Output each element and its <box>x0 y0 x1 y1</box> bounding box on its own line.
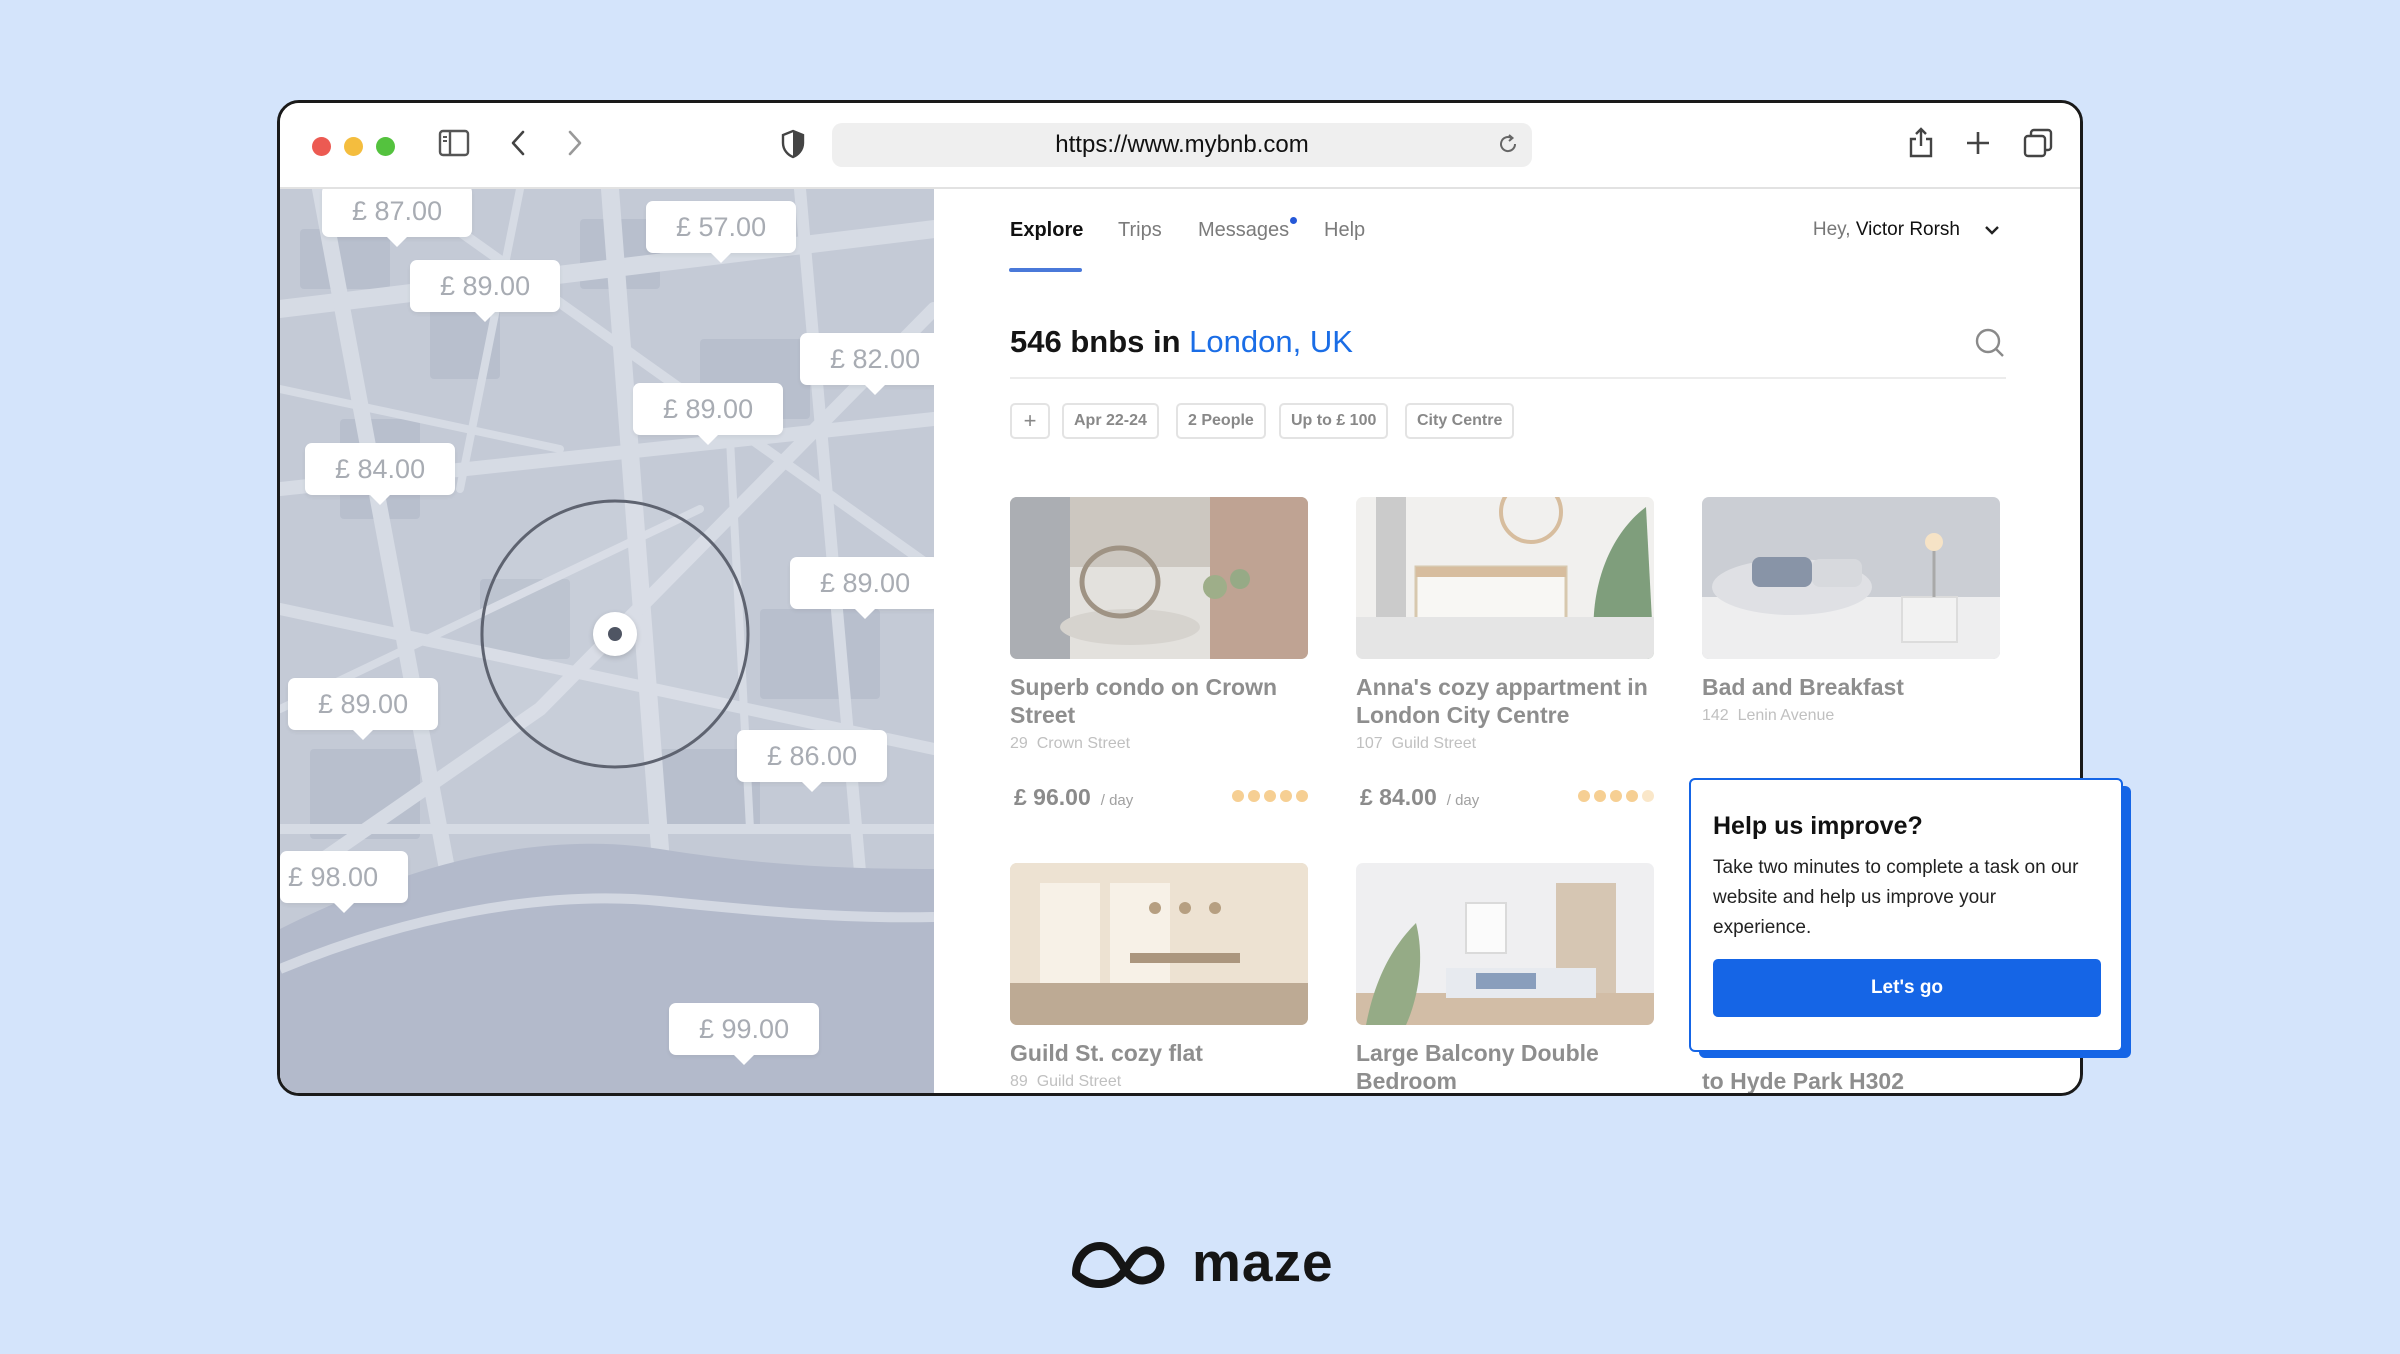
map-price-pin[interactable]: £ 89.00 <box>288 678 438 730</box>
unread-dot <box>1290 217 1297 224</box>
map-price-pin[interactable]: £ 89.00 <box>790 557 934 609</box>
popup-title: Help us improve? <box>1713 812 2099 841</box>
tab-trips[interactable]: Trips <box>1118 219 1162 242</box>
feedback-popup: Help us improve? Take two minutes to com… <box>1689 778 2123 1052</box>
listing-card[interactable]: Large Balcony Double Bedroom <box>1356 863 1654 1093</box>
browser-toolbar: https://www.mybnb.com <box>280 103 2080 189</box>
map-price-pin[interactable]: £ 82.00 <box>800 333 934 385</box>
listing-photo <box>1702 497 2000 659</box>
results-count: 546 bnbs in <box>1010 324 1181 359</box>
new-tab-icon[interactable] <box>1964 129 1992 157</box>
rating-stars <box>1232 790 1308 802</box>
brand-name: maze <box>1192 1230 1334 1294</box>
add-filter-button[interactable]: + <box>1010 403 1050 439</box>
tab-explore[interactable]: Explore <box>1010 219 1083 242</box>
listing-photo <box>1010 863 1308 1025</box>
map-price-pin[interactable]: £ 57.00 <box>646 201 796 253</box>
map-price-pin[interactable]: £ 98.00 <box>280 851 408 903</box>
map-price-pin[interactable]: £ 84.00 <box>305 443 455 495</box>
map-view[interactable]: £ 87.00 £ 57.00 £ 89.00 £ 82.00 £ 89.00 … <box>280 189 934 1093</box>
search-icon[interactable] <box>1974 327 2006 364</box>
close-window-button[interactable] <box>312 137 331 156</box>
top-nav: Explore Trips Messages Help Hey, Victor … <box>934 189 2080 279</box>
map-price-pin[interactable]: £ 99.00 <box>669 1003 819 1055</box>
listing-photo <box>1356 863 1654 1025</box>
user-name: Victor Rorsh <box>1856 219 1960 240</box>
listing-card[interactable]: Anna's cozy appartment in London City Ce… <box>1356 497 1654 753</box>
listing-card[interactable]: Guild St. cozy flat 89 Guild Street <box>1010 863 1308 1091</box>
filter-price[interactable]: Up to £ 100 <box>1279 403 1388 439</box>
back-icon[interactable] <box>508 129 528 157</box>
forward-icon[interactable] <box>565 129 585 157</box>
rating-stars <box>1578 790 1654 802</box>
filter-dates[interactable]: Apr 22-24 <box>1062 403 1159 439</box>
listing-card[interactable]: Superb condo on Crown Street 29 Crown St… <box>1010 497 1308 753</box>
results-headline: 546 bnbs in London, UK <box>1010 324 1353 360</box>
listing-title[interactable]: Bad and Breakfast <box>1702 673 2000 701</box>
popup-body: Take two minutes to complete a task on o… <box>1713 853 2099 943</box>
user-greeting[interactable]: Hey, Victor Rorsh <box>1813 219 1960 241</box>
listing-title[interactable]: Superb condo on Crown Street <box>1010 673 1308 729</box>
active-tab-indicator <box>1009 268 1082 272</box>
minimize-window-button[interactable] <box>344 137 363 156</box>
tab-overview-icon[interactable] <box>2022 127 2054 159</box>
listing-price: £ 84.00/ day <box>1360 784 1479 811</box>
map-price-pin[interactable]: £ 86.00 <box>737 730 887 782</box>
map-price-pin[interactable]: £ 87.00 <box>322 189 472 237</box>
listing-address: 107 Guild Street <box>1356 735 1654 753</box>
chevron-down-icon[interactable] <box>1984 223 2000 241</box>
tab-messages[interactable]: Messages <box>1198 219 1289 242</box>
sidebar-toggle-icon[interactable] <box>438 129 470 157</box>
listing-photo <box>1356 497 1654 659</box>
greeting-text: Hey, <box>1813 219 1851 240</box>
filter-area[interactable]: City Centre <box>1405 403 1514 439</box>
map-price-pin[interactable]: £ 89.00 <box>633 383 783 435</box>
lets-go-button[interactable]: Let's go <box>1713 959 2101 1017</box>
maximize-window-button[interactable] <box>376 137 395 156</box>
address-bar[interactable]: https://www.mybnb.com <box>832 123 1532 167</box>
listing-title[interactable]: Anna's cozy appartment in London City Ce… <box>1356 673 1654 729</box>
map-price-pin[interactable]: £ 89.00 <box>410 260 560 312</box>
listing-address: 142 Lenin Avenue <box>1702 707 2000 725</box>
listing-title[interactable]: Guild St. cozy flat <box>1010 1039 1308 1067</box>
share-icon[interactable] <box>1907 125 1935 159</box>
reload-icon[interactable] <box>1496 132 1520 163</box>
maze-logo: maze <box>1068 1230 1334 1294</box>
results-location[interactable]: London, UK <box>1189 324 1353 359</box>
listing-address: 89 Guild Street <box>1010 1073 1308 1091</box>
maze-logo-icon <box>1068 1234 1168 1290</box>
listing-photo <box>1010 497 1308 659</box>
current-location-marker <box>593 612 637 656</box>
url-text: https://www.mybnb.com <box>1055 131 1308 159</box>
privacy-shield-icon[interactable] <box>780 129 806 159</box>
listing-title[interactable]: Large Balcony Double Bedroom <box>1356 1039 1654 1093</box>
tab-help[interactable]: Help <box>1324 219 1365 242</box>
listing-card[interactable]: Bad and Breakfast 142 Lenin Avenue <box>1702 497 2000 725</box>
listing-address: 29 Crown Street <box>1010 735 1308 753</box>
listing-price: £ 96.00/ day <box>1014 784 1133 811</box>
divider <box>1010 377 2006 379</box>
filter-guests[interactable]: 2 People <box>1176 403 1266 439</box>
